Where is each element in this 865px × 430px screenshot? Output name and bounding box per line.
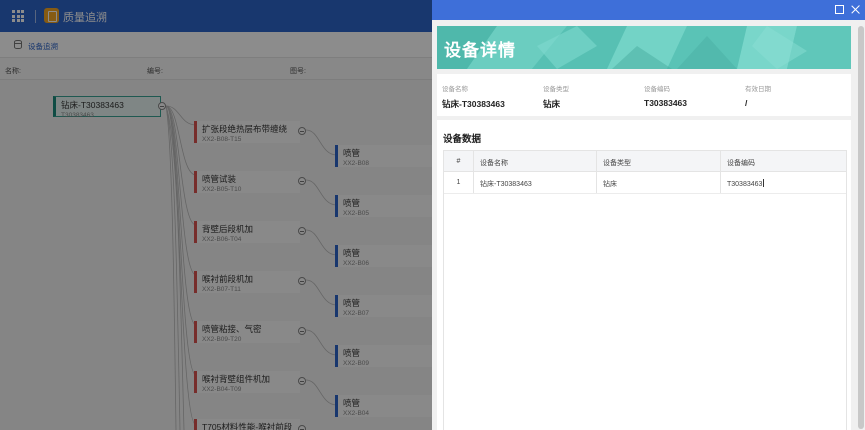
table-header: # 设备名称 设备类型 设备编码 [444,151,846,172]
info-label: 设备类型 [543,86,569,93]
device-data-card: 设备数据 # 设备名称 设备类型 设备编码 1 钻床-T30383463 钻床 … [437,120,851,430]
column-header-name[interactable]: 设备名称 [474,151,597,171]
device-info-card: 设备名称 钻床-T30383463 设备类型 钻床 设备编码 T30383463… [437,74,851,116]
column-header-index[interactable]: # [444,151,474,171]
close-icon[interactable] [849,3,862,16]
info-label: 有效日期 [745,86,771,93]
text-caret [763,179,765,187]
maximize-icon[interactable] [835,5,844,14]
info-device-name: 设备名称 钻床-T30383463 [442,83,505,110]
info-label: 设备编码 [644,86,670,93]
column-header-code[interactable]: 设备编码 [721,151,846,171]
column-header-type[interactable]: 设备类型 [597,151,721,171]
drawer-header [432,0,865,20]
scrollbar[interactable] [857,20,865,430]
device-detail-drawer: 设备详情 设备名称 钻床-T30383463 设备类型 钻床 设备编码 T303… [432,0,865,430]
section-title: 设备数据 [443,134,482,145]
info-valid-date: 有效日期 / [745,83,771,108]
info-label: 设备名称 [442,86,468,93]
cell-type: 钻床 [597,172,721,193]
info-value: 钻床 [543,99,561,109]
cell-index: 1 [444,172,474,193]
info-device-code: 设备编码 T30383463 [644,83,687,108]
table-row[interactable]: 1 钻床-T30383463 钻床 T30383463 [444,172,846,194]
info-value: 钻床-T30383463 [442,99,505,109]
drawer-body: 设备详情 设备名称 钻床-T30383463 设备类型 钻床 设备编码 T303… [432,20,865,430]
cell-code[interactable]: T30383463 [721,172,846,193]
info-value: T30383463 [644,98,688,108]
detail-banner: 设备详情 [437,26,851,69]
info-value: / [745,98,748,108]
cell-code-text: T30383463 [727,181,763,188]
info-device-type: 设备类型 钻床 [543,83,569,110]
cell-name: 钻床-T30383463 [474,172,597,193]
device-data-table: # 设备名称 设备类型 设备编码 1 钻床-T30383463 钻床 T3038… [443,150,847,430]
drawer-title: 设备详情 [444,41,516,60]
scrollbar-thumb[interactable] [858,26,864,429]
